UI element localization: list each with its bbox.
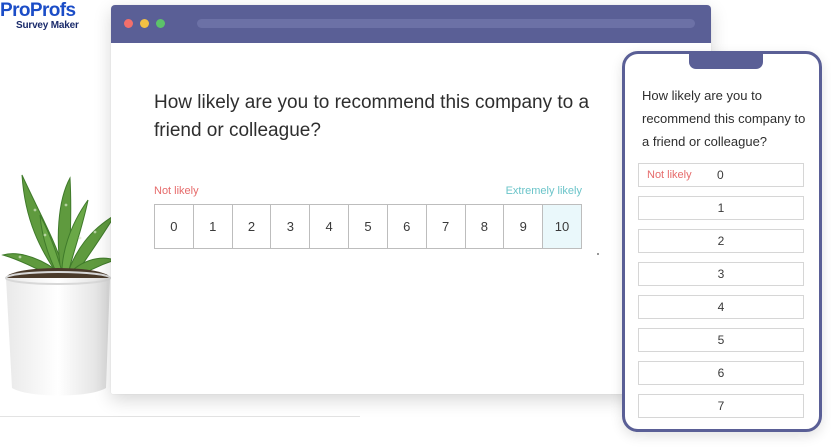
phone-option-6[interactable]: 6 bbox=[638, 361, 804, 385]
browser-window: How likely are you to recommend this com… bbox=[111, 5, 711, 394]
decorative-dot bbox=[597, 253, 599, 255]
scale-option-4[interactable]: 4 bbox=[310, 205, 350, 248]
scale-option-9[interactable]: 9 bbox=[504, 205, 544, 248]
scale-label-extremely-likely: Extremely likely bbox=[505, 185, 582, 197]
phone-survey-question: How likely are you to recommend this com… bbox=[642, 88, 806, 149]
phone-rating-options: Not likely 0 1 2 3 4 5 6 7 bbox=[638, 163, 804, 427]
scale-option-10[interactable]: 10 bbox=[543, 205, 581, 248]
scale-option-1[interactable]: 1 bbox=[194, 205, 233, 248]
logo-profs-text: Profs bbox=[29, 0, 76, 21]
phone-option-3[interactable]: 3 bbox=[638, 262, 804, 286]
window-maximize-dot[interactable] bbox=[156, 19, 165, 28]
browser-title-bar bbox=[111, 5, 711, 43]
phone-option-5[interactable]: 5 bbox=[638, 328, 804, 352]
logo-wordmark: ProProfs bbox=[0, 0, 76, 22]
scale-option-2[interactable]: 2 bbox=[233, 205, 272, 248]
phone-option-7[interactable]: 7 bbox=[638, 394, 804, 418]
phone-option-value: 0 bbox=[717, 168, 724, 182]
phone-label-not-likely: Not likely bbox=[647, 169, 692, 181]
phone-option-2[interactable]: 2 bbox=[638, 229, 804, 253]
scale-option-5[interactable]: 5 bbox=[349, 205, 388, 248]
proprofs-logo: ProProfs Survey Maker bbox=[0, 0, 84, 34]
window-minimize-dot[interactable] bbox=[140, 19, 149, 28]
window-close-dot[interactable] bbox=[124, 19, 133, 28]
scale-option-7[interactable]: 7 bbox=[427, 205, 466, 248]
phone-option-4[interactable]: 4 bbox=[638, 295, 804, 319]
survey-question: How likely are you to recommend this com… bbox=[154, 92, 590, 141]
scale-label-not-likely: Not likely bbox=[154, 185, 199, 197]
phone-notch bbox=[689, 54, 763, 69]
address-bar[interactable] bbox=[197, 19, 695, 28]
scale-option-6[interactable]: 6 bbox=[388, 205, 427, 248]
scale-option-3[interactable]: 3 bbox=[271, 205, 311, 248]
floor-line bbox=[0, 416, 360, 417]
logo-pro-text: Pro bbox=[0, 0, 30, 21]
mobile-phone-preview: How likely are you to recommend this com… bbox=[622, 51, 822, 432]
logo-subtitle: Survey Maker bbox=[16, 20, 79, 31]
nps-rating-scale: 0 1 2 3 4 5 6 7 8 9 10 bbox=[154, 204, 582, 249]
scale-option-0[interactable]: 0 bbox=[155, 205, 194, 248]
potted-plant-illustration bbox=[1, 174, 115, 396]
scale-option-8[interactable]: 8 bbox=[466, 205, 505, 248]
phone-option-1[interactable]: 1 bbox=[638, 196, 804, 220]
phone-option-0[interactable]: Not likely 0 bbox=[638, 163, 804, 187]
